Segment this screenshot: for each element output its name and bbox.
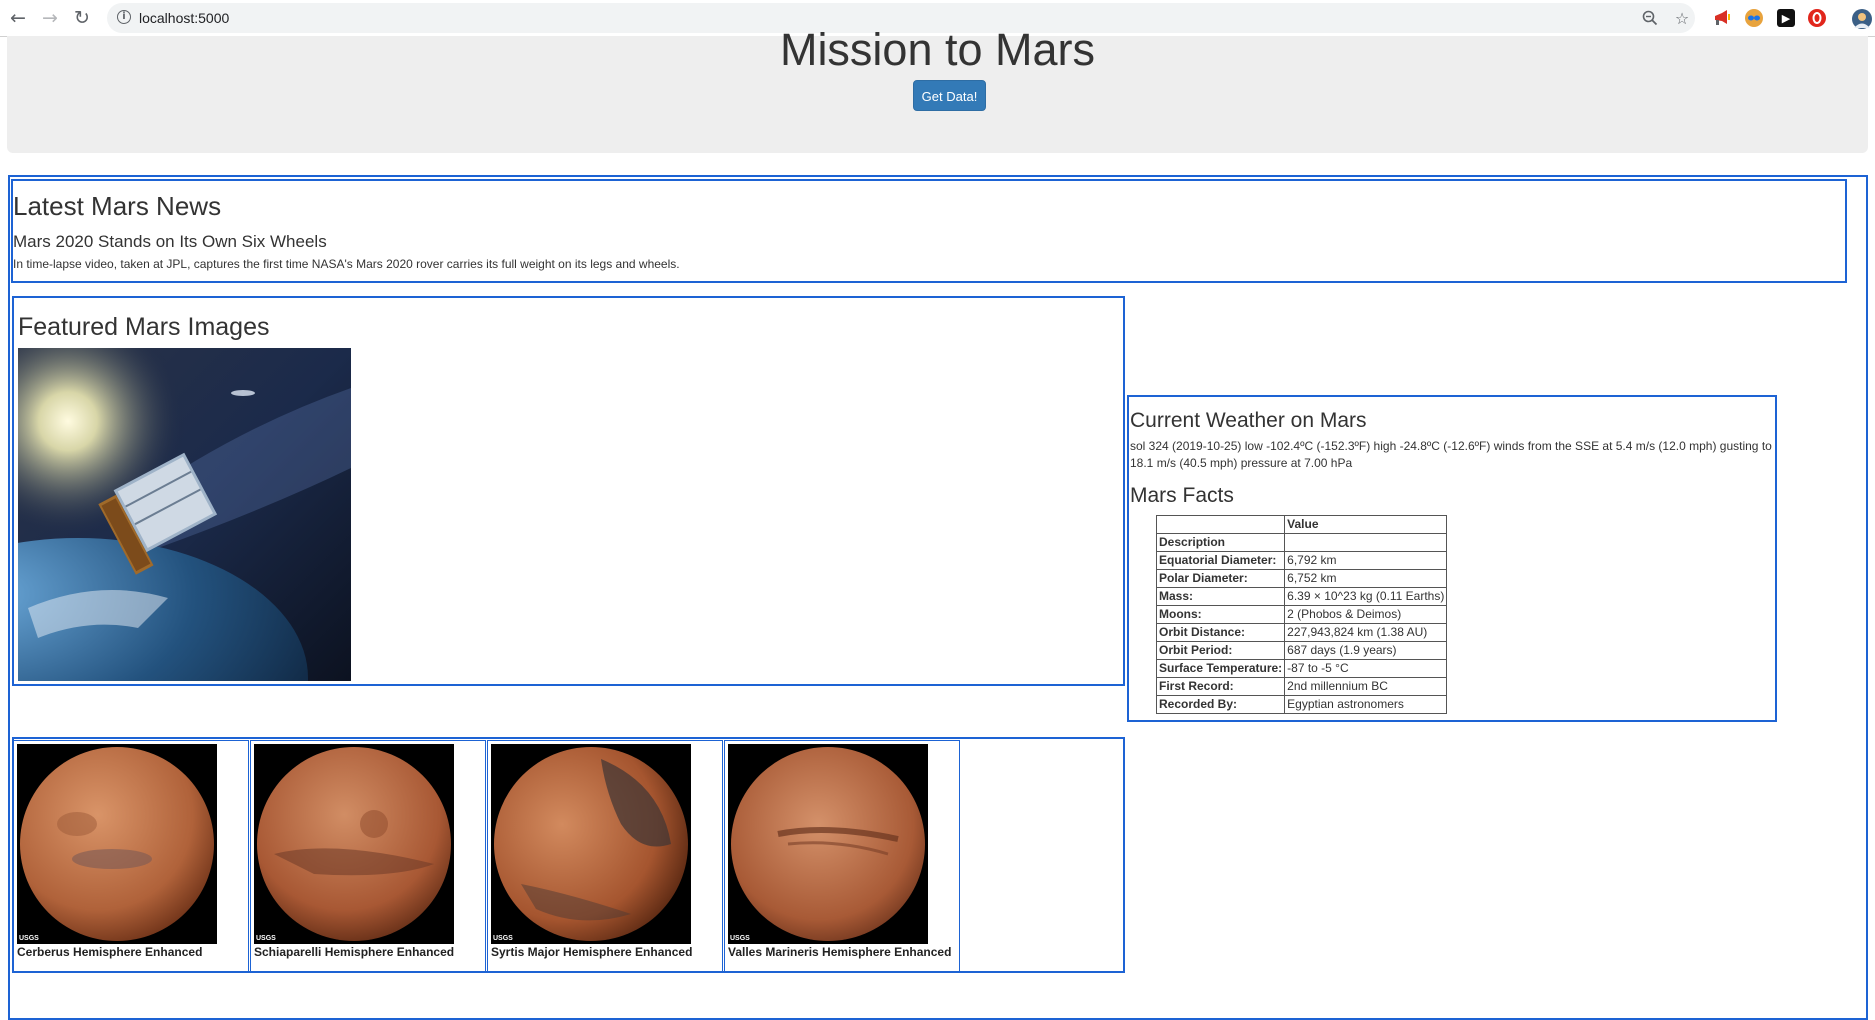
fact-value: 6.39 × 10^23 kg (0.11 Earths) [1284, 587, 1448, 606]
fact-key: Orbit Distance: [1155, 623, 1286, 642]
table-row: Recorded By: Egyptian astronomers [1155, 695, 1448, 714]
hemisphere-title: Cerberus Hemisphere Enhanced [17, 945, 203, 959]
fact-key: Moons: [1155, 605, 1286, 624]
fact-key: Polar Diameter: [1155, 569, 1286, 588]
fact-value: Egyptian astronomers [1284, 695, 1448, 714]
fact-key: First Record: [1155, 677, 1286, 696]
hemisphere-title: Syrtis Major Hemisphere Enhanced [491, 945, 693, 959]
hemisphere-card-cerberus[interactable]: USGS Cerberus Hemisphere Enhanced [13, 740, 249, 973]
fact-value: 687 days (1.9 years) [1284, 641, 1448, 660]
table-row: Equatorial Diameter: 6,792 km [1155, 551, 1448, 570]
table-row: First Record: 2nd millennium BC [1155, 677, 1448, 696]
header-jumbotron: Mission to Mars Get Data! [7, 24, 1868, 153]
fact-value: 227,943,824 km (1.38 AU) [1284, 623, 1448, 642]
site-info-icon[interactable]: i [117, 10, 131, 24]
hemisphere-card-valles-marineris[interactable]: USGS Valles Marineris Hemisphere Enhance… [724, 740, 960, 973]
fact-value: 6,752 km [1284, 569, 1448, 588]
hemisphere-image[interactable]: USGS [254, 744, 454, 944]
get-data-button[interactable]: Get Data! [913, 80, 986, 111]
facts-header-blank [1155, 515, 1286, 534]
fact-value: 2nd millennium BC [1284, 677, 1448, 696]
news-title: Mars 2020 Stands on Its Own Six Wheels [13, 232, 327, 251]
fact-value: 6,792 km [1284, 551, 1448, 570]
facts-header-row: Value [1155, 515, 1448, 534]
featured-image[interactable] [18, 348, 351, 681]
facts-heading: Mars Facts [1130, 484, 1234, 507]
facts-index-row: Description [1155, 533, 1448, 552]
hemisphere-image[interactable]: USGS [491, 744, 691, 944]
hemisphere-card-syrtis-major[interactable]: USGS Syrtis Major Hemisphere Enhanced [487, 740, 723, 973]
fact-key: Orbit Period: [1155, 641, 1286, 660]
facts-header-value: Value [1284, 515, 1448, 534]
mars-facts-table: Value Description Equatorial Diameter: 6,… [1155, 515, 1448, 714]
hemisphere-title: Schiaparelli Hemisphere Enhanced [254, 945, 455, 959]
news-paragraph: In time-lapse video, taken at JPL, captu… [13, 257, 680, 271]
fact-value: 2 (Phobos & Deimos) [1284, 605, 1448, 624]
table-row: Mass: 6.39 × 10^23 kg (0.11 Earths) [1155, 587, 1448, 606]
facts-index-label: Description [1155, 533, 1286, 552]
fact-key: Equatorial Diameter: [1155, 551, 1286, 570]
table-row: Polar Diameter: 6,752 km [1155, 569, 1448, 588]
hemisphere-card-schiaparelli[interactable]: USGS Schiaparelli Hemisphere Enhanced [250, 740, 486, 973]
hemisphere-image[interactable]: USGS [17, 744, 217, 944]
usgs-logo: USGS [493, 935, 513, 942]
usgs-logo: USGS [19, 935, 39, 942]
fact-value: -87 to -5 °C [1284, 659, 1448, 678]
news-heading: Latest Mars News [13, 191, 222, 221]
weather-text: sol 324 (2019-10-25) low -102.4ºC (-152.… [1130, 439, 1772, 470]
table-row: Surface Temperature: -87 to -5 °C [1155, 659, 1448, 678]
page-title: Mission to Mars [779, 24, 1096, 75]
usgs-logo: USGS [730, 935, 750, 942]
table-row: Moons: 2 (Phobos & Deimos) [1155, 605, 1448, 624]
usgs-logo: USGS [256, 935, 276, 942]
featured-heading: Featured Mars Images [18, 313, 270, 341]
weather-heading: Current Weather on Mars [1130, 409, 1367, 432]
fact-key: Mass: [1155, 587, 1286, 606]
facts-index-blank [1284, 533, 1448, 552]
fact-key: Surface Temperature: [1155, 659, 1286, 678]
table-row: Orbit Period: 687 days (1.9 years) [1155, 641, 1448, 660]
fact-key: Recorded By: [1155, 695, 1286, 714]
hemisphere-title: Valles Marineris Hemisphere Enhanced [728, 945, 952, 959]
hemisphere-image[interactable]: USGS [728, 744, 928, 944]
table-row: Orbit Distance: 227,943,824 km (1.38 AU) [1155, 623, 1448, 642]
